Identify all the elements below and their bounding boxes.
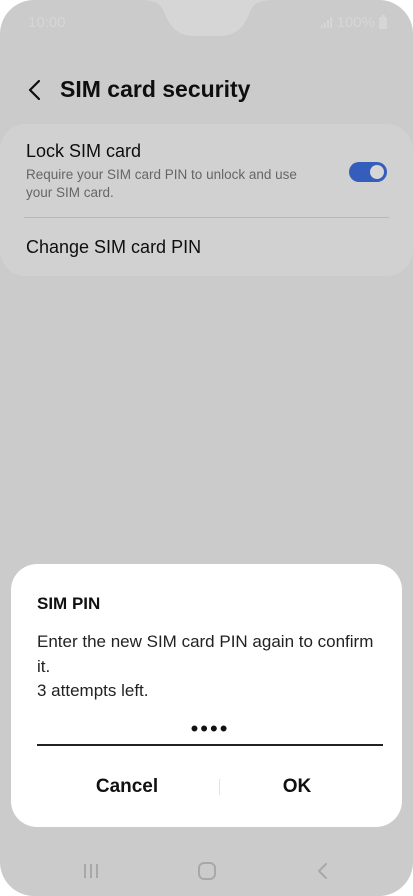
sim-pin-dialog: SIM PIN Enter the new SIM card PIN again… (11, 564, 402, 827)
ok-button[interactable]: OK (207, 770, 387, 804)
pin-input[interactable] (37, 714, 383, 746)
cancel-button[interactable]: Cancel (37, 770, 217, 804)
dialog-message: Enter the new SIM card PIN again to conf… (37, 630, 377, 704)
dialog-message-text: Enter the new SIM card PIN again to conf… (37, 632, 374, 676)
dialog-title: SIM PIN (37, 594, 101, 613)
attempts-left-text: 3 attempts left. (37, 681, 149, 700)
phone-screen: 10:00 100% SIM card security Lock SIM ca… (0, 0, 413, 896)
